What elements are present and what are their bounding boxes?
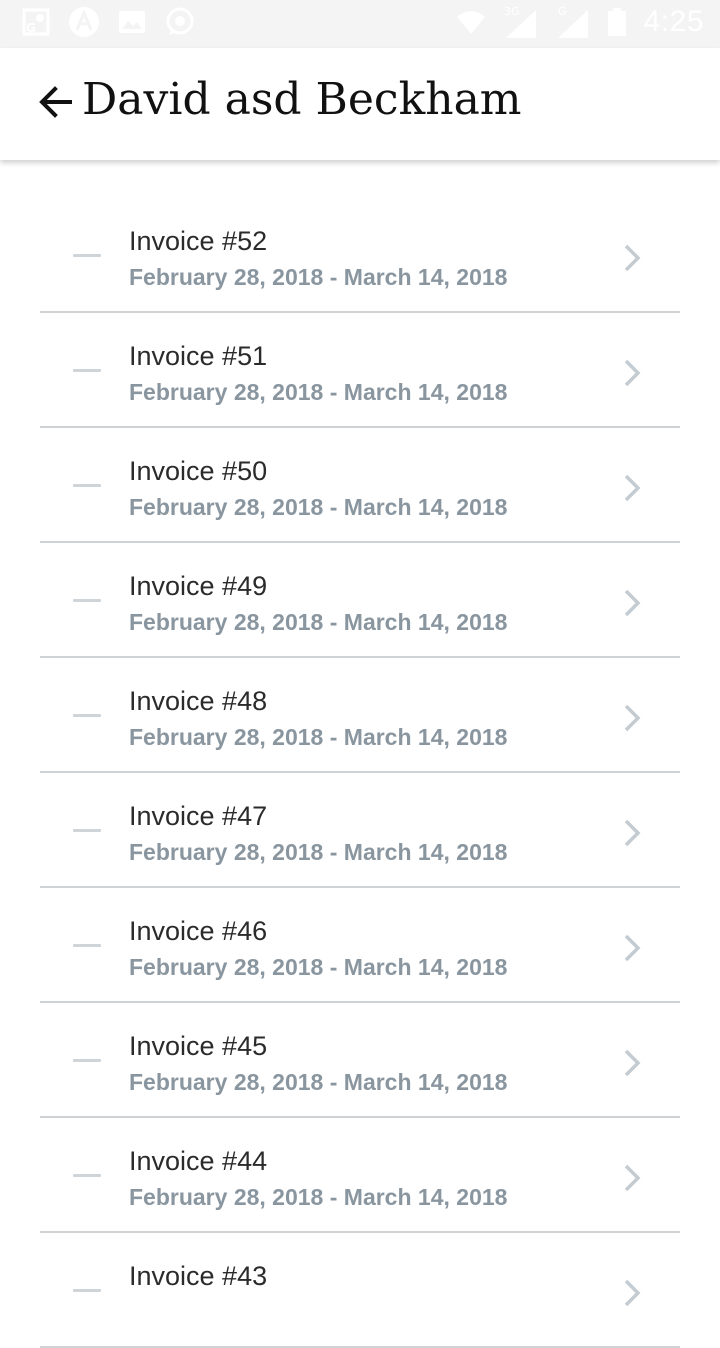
chevron-right-icon	[624, 1049, 641, 1077]
invoice-period: February 28, 2018 - March 14, 2018	[129, 1069, 508, 1095]
chevron-right-icon	[624, 474, 641, 502]
invoice-title: Invoice #51	[129, 341, 268, 371]
app-bar: David asd Beckham	[0, 48, 720, 160]
system-icons: 3G G 4:25	[456, 4, 704, 40]
chevron-right-icon	[624, 1279, 641, 1307]
chevron-right-icon	[624, 589, 641, 617]
invoice-list: Invoice #52 February 28, 2018 - March 14,…	[40, 198, 680, 1348]
invoice-period: February 28, 2018 - March 14, 2018	[129, 954, 508, 980]
invoice-row[interactable]: Invoice #50 February 28, 2018 - March 14,…	[40, 428, 680, 543]
invoice-title: Invoice #46	[129, 916, 268, 946]
invoice-row[interactable]: Invoice #47 February 28, 2018 - March 14,…	[40, 773, 680, 888]
signal-3g-icon: 3G	[504, 5, 536, 38]
invoice-row[interactable]: Invoice #44 February 28, 2018 - March 14,…	[40, 1118, 680, 1233]
invoice-period: February 28, 2018 - March 14, 2018	[129, 1184, 508, 1210]
invoice-title: Invoice #50	[129, 456, 268, 486]
invoice-row[interactable]: Invoice #48 February 28, 2018 - March 14,…	[40, 658, 680, 773]
invoice-period: February 28, 2018 - March 14, 2018	[129, 724, 508, 750]
status-bar: G 3G G 4:25	[0, 0, 720, 48]
invoice-row[interactable]: Invoice #49 February 28, 2018 - March 14,…	[40, 543, 680, 658]
whatsapp-icon	[166, 7, 194, 35]
arrow-left-icon[interactable]	[36, 82, 76, 122]
invoice-title: Invoice #45	[129, 1031, 268, 1061]
invoice-row[interactable]: Invoice #52 February 28, 2018 - March 14,…	[40, 198, 680, 313]
chevron-right-icon	[624, 704, 641, 732]
svg-text:G: G	[558, 5, 567, 18]
invoice-title: Invoice #47	[129, 801, 268, 831]
chevron-right-icon	[624, 359, 641, 387]
signal-g-icon: G	[557, 5, 588, 38]
invoice-title: Invoice #43	[129, 1261, 268, 1291]
dash-icon	[73, 944, 101, 947]
svg-text:G: G	[26, 21, 36, 35]
battery-icon	[607, 8, 626, 36]
chevron-right-icon	[624, 244, 641, 272]
image-icon	[119, 11, 145, 33]
dash-icon	[73, 369, 101, 372]
invoice-period: February 28, 2018 - March 14, 2018	[129, 609, 508, 635]
invoice-period: February 28, 2018 - March 14, 2018	[129, 839, 508, 865]
invoice-row[interactable]: Invoice #45 February 28, 2018 - March 14,…	[40, 1003, 680, 1118]
app-a-icon	[69, 7, 99, 37]
notification-icons: G	[20, 6, 196, 38]
dash-icon	[73, 484, 101, 487]
invoice-period: February 28, 2018 - March 14, 2018	[129, 264, 508, 290]
invoice-title: Invoice #49	[129, 571, 268, 601]
invoice-row[interactable]: Invoice #43	[40, 1233, 680, 1348]
clock: 4:25	[643, 5, 704, 38]
dash-icon	[73, 1059, 101, 1062]
invoice-title: Invoice #52	[129, 226, 268, 256]
invoice-period: February 28, 2018 - March 14, 2018	[129, 494, 508, 520]
dash-icon	[73, 254, 101, 257]
dash-icon	[73, 1174, 101, 1177]
invoice-period: February 28, 2018 - March 14, 2018	[129, 379, 508, 405]
chevron-right-icon	[624, 1164, 641, 1192]
wifi-icon	[456, 11, 485, 34]
dash-icon	[73, 714, 101, 717]
page-title: David asd Beckham	[82, 74, 522, 125]
dash-icon	[73, 599, 101, 602]
dash-icon	[73, 1289, 101, 1292]
dash-icon	[73, 829, 101, 832]
chevron-right-icon	[624, 934, 641, 962]
invoice-title: Invoice #44	[129, 1146, 268, 1176]
chevron-right-icon	[624, 819, 641, 847]
maps-icon: G	[22, 8, 50, 36]
invoice-row[interactable]: Invoice #46 February 28, 2018 - March 14,…	[40, 888, 680, 1003]
invoice-row[interactable]: Invoice #51 February 28, 2018 - March 14,…	[40, 313, 680, 428]
invoice-title: Invoice #48	[129, 686, 268, 716]
svg-text:3G: 3G	[504, 5, 520, 18]
